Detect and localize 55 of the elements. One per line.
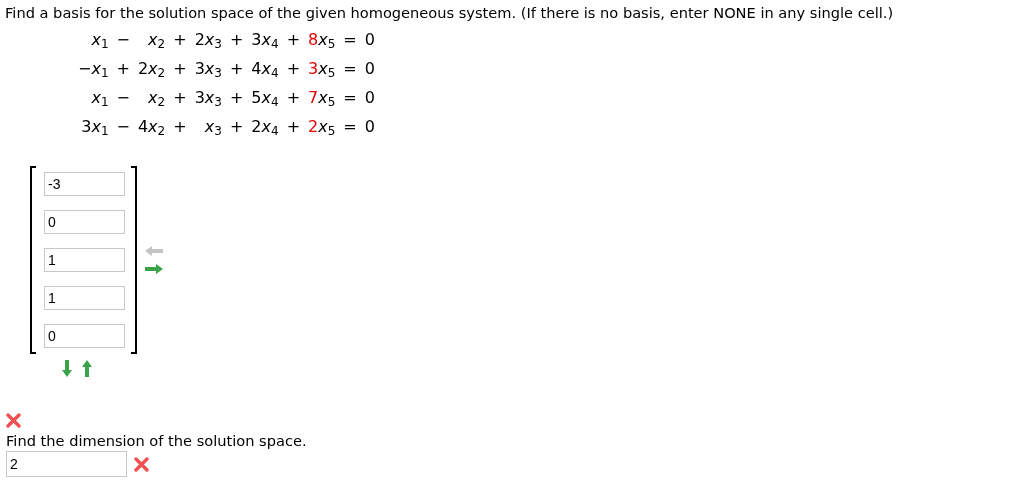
equation-operator: =	[343, 116, 357, 138]
vector-entry-field[interactable]: 1	[44, 286, 125, 310]
equation-operator: =	[343, 29, 357, 51]
equation-term: 3x$_{1}$	[80, 116, 109, 140]
equation-operator: +	[229, 116, 244, 138]
equation-operator: +	[286, 58, 301, 80]
equation-term: 4x$_{4}$	[251, 58, 279, 82]
equation-term: 0	[364, 29, 375, 51]
question-text: Find the dimension of the solution space.	[6, 432, 308, 449]
equation-term: x$_{1}$	[90, 29, 109, 53]
equation-term: x$_{2}$	[147, 87, 166, 111]
equation-term: x$_{2}$	[147, 29, 166, 53]
equation-term: 3x$_{5}$	[308, 58, 336, 82]
equation-operator: +	[116, 58, 130, 80]
equation-term: 8x$_{5}$	[308, 29, 336, 53]
equation-operator: +	[173, 29, 187, 51]
equation-operator: +	[229, 58, 244, 80]
equation-term: 3x$_{4}$	[251, 29, 279, 53]
up-arrow-button[interactable]	[82, 360, 92, 377]
equation-term: 2x$_{3}$	[194, 29, 222, 53]
equation-operator: +	[173, 58, 187, 80]
equation-term: x$_{3}$	[203, 116, 222, 140]
equation-term: 2x$_{2}$	[137, 58, 166, 82]
vector-entry-field[interactable]: -3	[44, 172, 125, 196]
equation-term: 7x$_{5}$	[308, 87, 336, 111]
down-arrow-button[interactable]	[62, 360, 72, 377]
equation-operator: −	[116, 116, 130, 138]
equation-term: 0	[364, 116, 375, 138]
equation-operator: =	[343, 58, 357, 80]
equation-term: 0	[364, 87, 375, 109]
equation-operator: +	[173, 87, 187, 109]
equation-term: 4x$_{2}$	[137, 116, 166, 140]
vector-entry-field[interactable]: 1	[44, 248, 125, 272]
vector-entry-field[interactable]: 0	[44, 210, 125, 234]
equation-term: 5x$_{4}$	[251, 87, 279, 111]
equation-term: 3x$_{3}$	[194, 87, 222, 111]
equation-term: 0	[364, 58, 375, 80]
question-text: Find a basis for the solution space of the given homogeneous system. (If there is no basis, enter NONE in any single cell.)	[5, 4, 895, 21]
equation-term: −x$_{1}$	[78, 58, 109, 82]
equation-term: 2x$_{4}$	[251, 116, 279, 140]
equation-operator: +	[229, 29, 244, 51]
equation-term: 2x$_{5}$	[308, 116, 336, 140]
equation-term: x$_{1}$	[90, 87, 109, 111]
equation-operator: +	[286, 87, 301, 109]
equation-operator: −	[116, 87, 130, 109]
right-arrow-button[interactable]	[145, 264, 163, 274]
equation-operator: −	[116, 29, 130, 51]
equation-operator: +	[286, 29, 301, 51]
equation-operator: =	[343, 87, 357, 109]
equation-operator: +	[173, 116, 187, 138]
equation-operator: +	[286, 116, 301, 138]
vector-entry-field[interactable]: 0	[44, 324, 125, 348]
equation-term: 3x$_{3}$	[194, 58, 222, 82]
equation-operator: +	[229, 87, 244, 109]
answer-field[interactable]: 2	[6, 451, 127, 477]
